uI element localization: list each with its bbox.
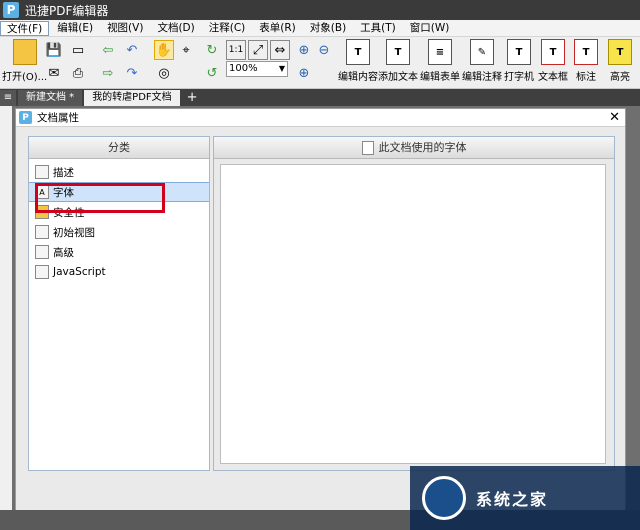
edit-content-icon: T [346,39,370,65]
fonts-panel: 此文档使用的字体 [213,136,615,471]
category-item-javascript[interactable]: JavaScript [29,262,209,282]
advanced-icon [35,245,49,259]
watermark: 系统之家 [410,466,640,530]
menu-tools[interactable]: 工具(T) [354,21,402,36]
redo-icon[interactable]: ↷ [122,63,142,83]
scan-icon[interactable]: ▭ [68,40,88,60]
background-side-panel [0,106,12,530]
zoom-in-icon[interactable]: ⊕ [294,40,314,60]
category-item-description[interactable]: 描述 [29,162,209,182]
edit-content-button[interactable]: T 编辑内容 [338,39,378,83]
menu-form[interactable]: 表单(R) [253,21,302,36]
doc-icon [35,165,49,179]
watermark-logo-icon [422,476,466,520]
category-item-advanced[interactable]: 高级 [29,242,209,262]
add-tab-icon[interactable]: + [182,90,203,106]
typewriter-icon: T [507,39,531,65]
document-tab-bar: ≡ 新建文档 * 我的转虐PDF文档 + [0,89,640,106]
edit-form-button[interactable]: ≡ 编辑表单 [420,39,460,83]
edit-form-icon: ≡ [428,39,452,65]
app-title: 迅捷PDF编辑器 [25,3,109,18]
font-doc-icon [361,140,374,155]
tab-list-icon[interactable]: ≡ [0,90,16,106]
title-bar: P 迅捷PDF编辑器 [0,0,640,20]
dialog-app-icon: P [19,111,32,124]
highlight-icon: T [608,39,632,65]
callout-icon: T [574,39,598,65]
print-icon[interactable]: ⎙ [68,63,88,83]
snapshot-icon[interactable]: ◎ [154,63,174,83]
category-list: 描述 A 字体 安全性 初始视图 高级 JavaScript [29,159,209,282]
typewriter-button[interactable]: T 打字机 [504,39,534,83]
undo-icon[interactable]: ↶ [122,40,142,60]
dialog-title-bar: P 文档属性 ✕ [16,109,625,127]
fonts-header: 此文档使用的字体 [214,137,614,159]
add-text-button[interactable]: T 添加文本 [378,39,418,83]
category-panel: 分类 描述 A 字体 安全性 初始视图 高级 JavaScript [28,136,210,471]
menu-edit[interactable]: 编辑(E) [51,21,99,36]
menu-bar: 文件(F) 编辑(E) 视图(V) 文档(D) 注释(C) 表单(R) 对象(B… [0,20,640,37]
tab-my-pdf-document[interactable]: 我的转虐PDF文档 [84,90,180,106]
edit-comment-button[interactable]: ✎ 编辑注释 [462,39,502,83]
actual-size-icon[interactable]: 1:1 [226,40,246,60]
save-icon[interactable]: 💾 [44,40,64,60]
rotate-ccw-icon[interactable]: ↺ [202,63,222,83]
callout-button[interactable]: T 标注 [574,39,598,83]
email-icon[interactable]: ✉ [44,63,64,83]
zoom-plus-icon[interactable]: ⊕ [294,63,314,83]
tab-new-document[interactable]: 新建文档 * [18,90,83,106]
folder-icon [12,39,37,65]
zoom-value: 100% [229,63,258,74]
app-logo-icon: P [3,2,19,18]
chevron-down-icon[interactable]: ▼ [279,62,285,76]
menu-view[interactable]: 视图(V) [101,21,149,36]
menu-object[interactable]: 对象(B) [304,21,352,36]
close-icon[interactable]: ✕ [609,110,620,125]
category-header: 分类 [29,137,209,159]
zoom-select[interactable]: 100% ▼ [226,61,288,77]
export-icon[interactable]: ⇨ [98,63,118,83]
select-tool-icon[interactable]: ⌖ [176,40,196,60]
add-text-icon: T [386,39,410,65]
fit-page-icon[interactable]: ⤢ [248,40,268,60]
menu-comment[interactable]: 注释(C) [203,21,252,36]
menu-document[interactable]: 文档(D) [151,21,200,36]
hand-tool-icon[interactable]: ✋ [154,40,174,60]
view-icon [35,225,49,239]
fonts-list[interactable] [220,164,606,464]
annotation-highlight-box [35,183,165,213]
textbox-icon: T [541,39,565,65]
script-icon [35,265,49,279]
rotate-cw-icon[interactable]: ↻ [202,40,222,60]
highlight-button[interactable]: T 高亮 [608,39,632,83]
zoom-out-icon[interactable]: ⊖ [314,40,334,60]
textbox-button[interactable]: T 文本框 [538,39,568,83]
import-icon[interactable]: ⇦ [98,40,118,60]
watermark-text: 系统之家 [476,490,549,509]
edit-comment-icon: ✎ [470,39,494,65]
open-button[interactable]: 打开(O)... [2,39,47,83]
category-item-initial-view[interactable]: 初始视图 [29,222,209,242]
menu-file[interactable]: 文件(F) [0,20,50,36]
fit-width-icon[interactable]: ⇔ [270,40,290,60]
toolbar: 打开(O)... 💾 ▭ ✉ ⎙ ⇦ ⇨ ↶ ↷ ✋ ⌖ ◎ ↻ ↺ 1:1 ⤢… [0,37,640,89]
menu-window[interactable]: 窗口(W) [404,21,456,36]
dialog-title: 文档属性 [37,112,79,124]
